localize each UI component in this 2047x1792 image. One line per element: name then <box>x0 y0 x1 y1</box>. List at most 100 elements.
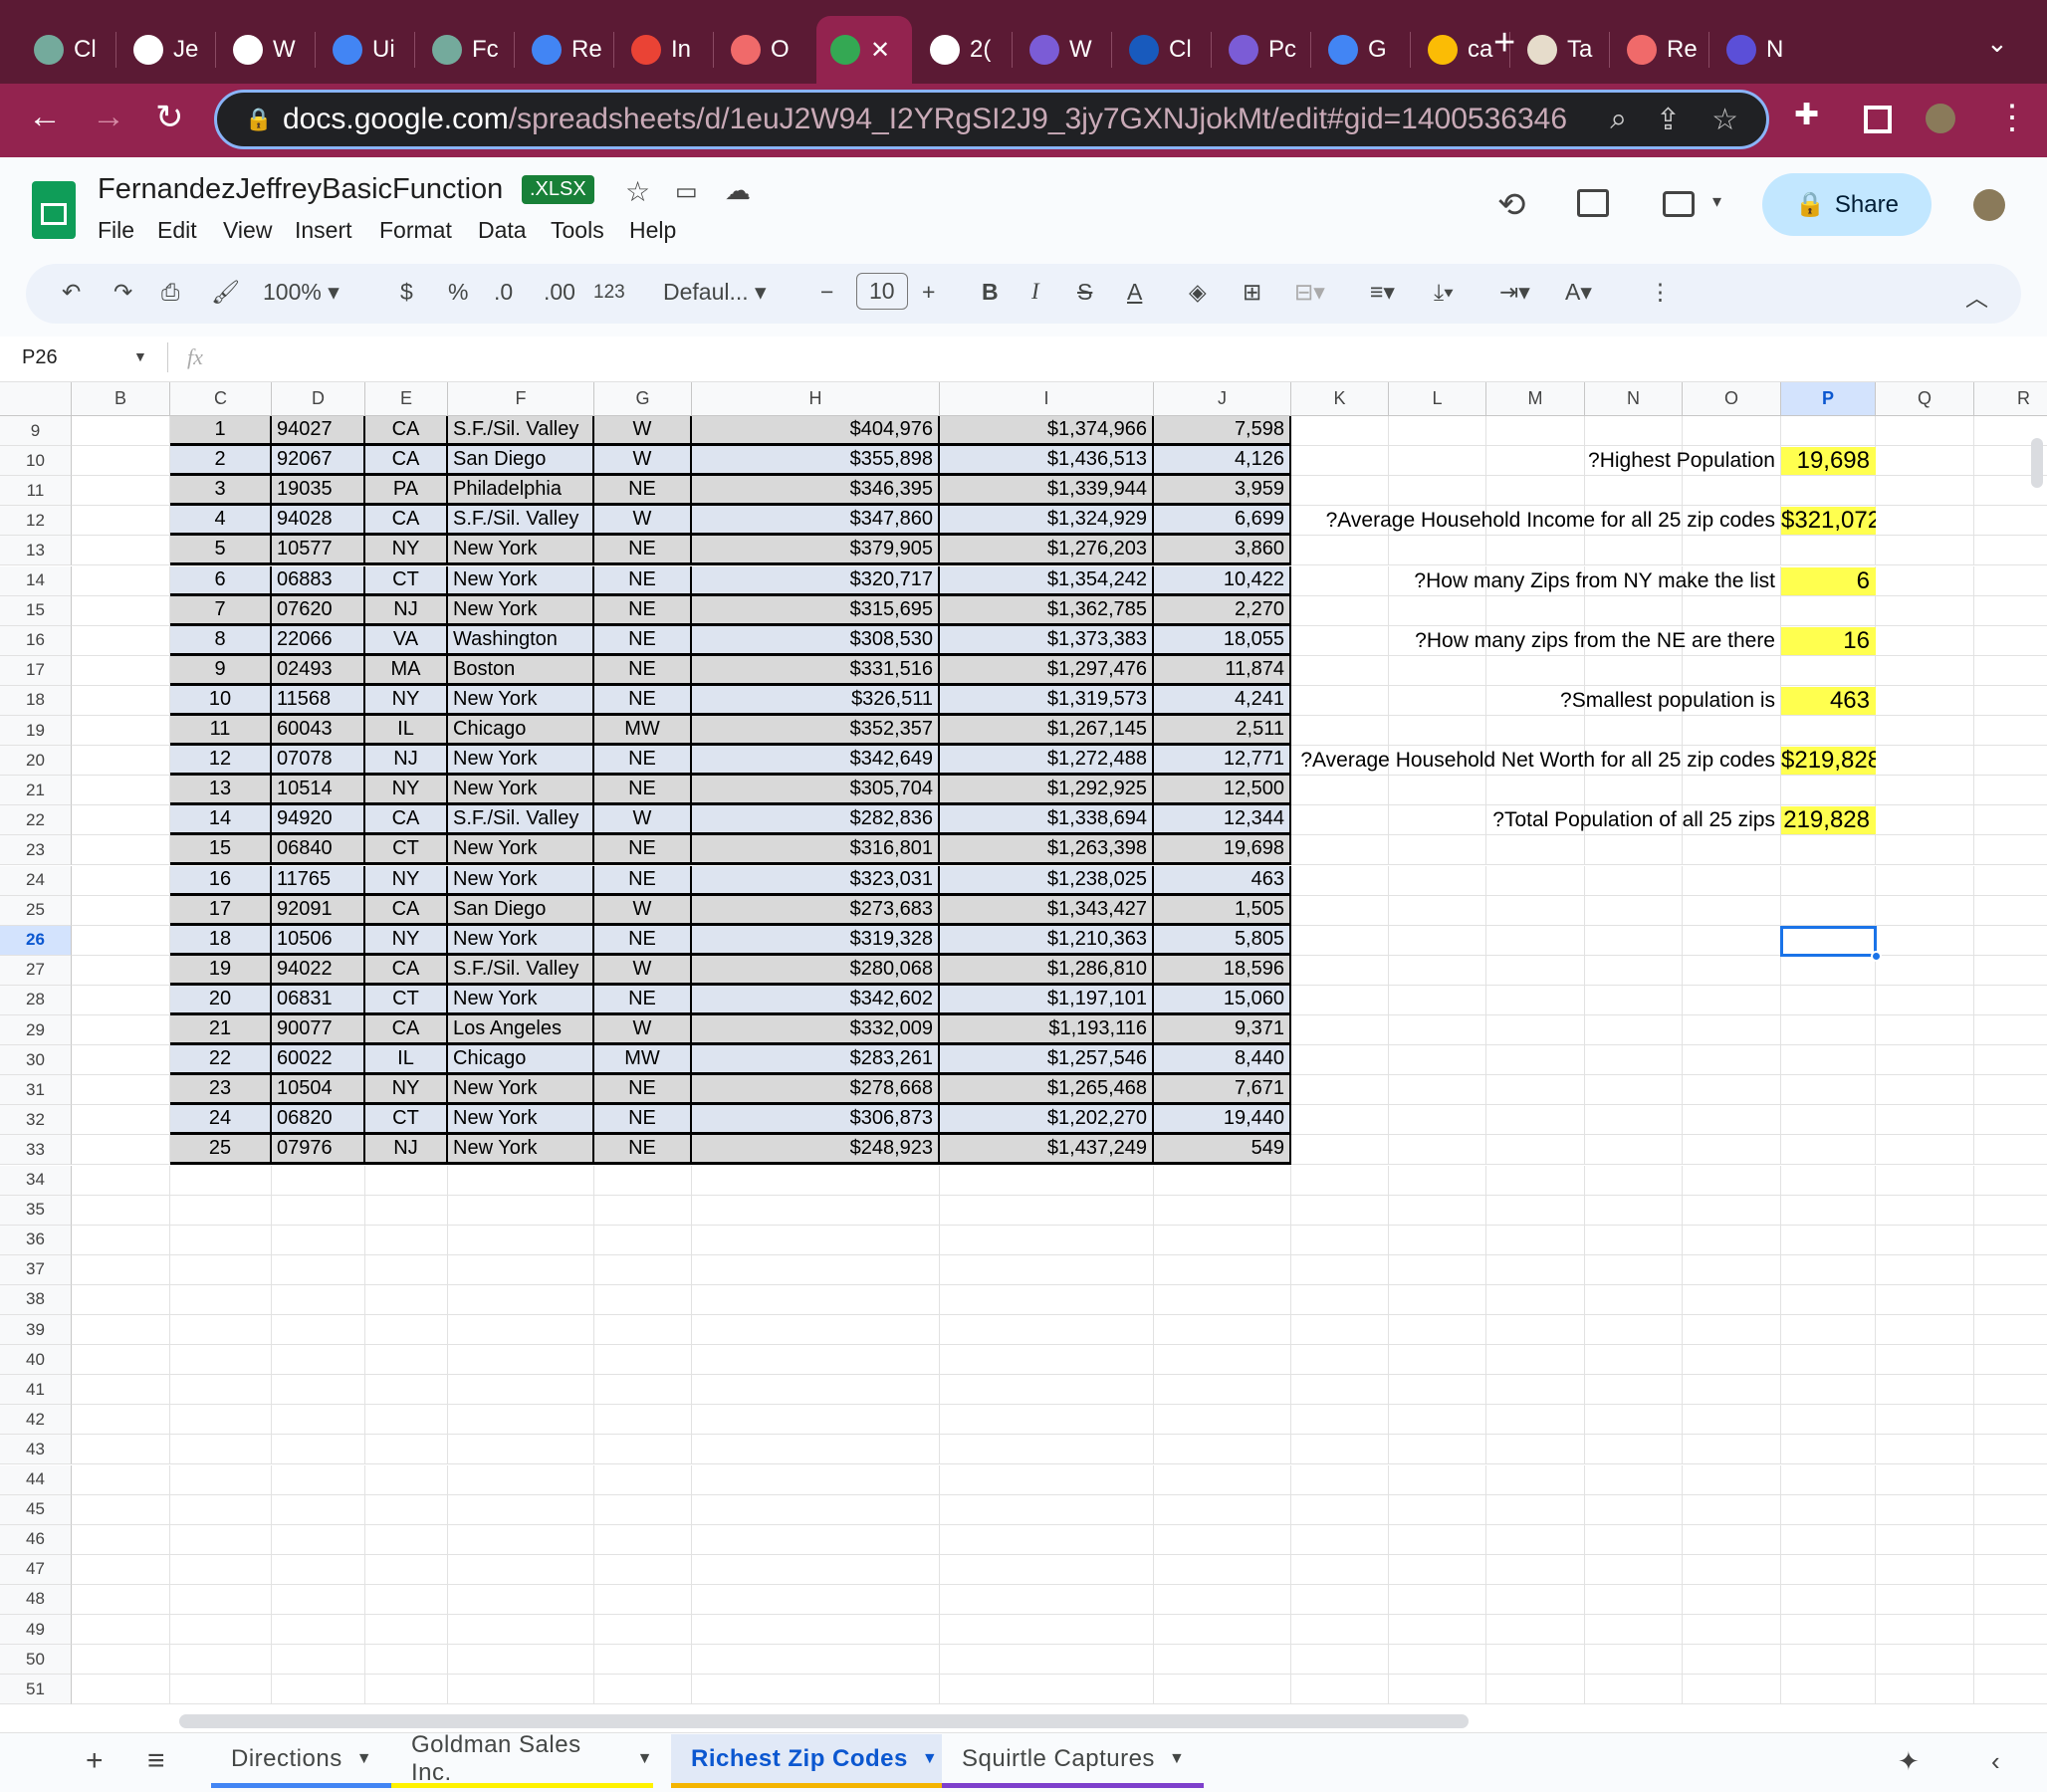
cell[interactable] <box>1781 1195 1876 1226</box>
table-cell[interactable]: NE <box>594 835 692 866</box>
cell[interactable] <box>365 1225 448 1255</box>
name-box[interactable]: P26 <box>22 346 58 369</box>
cell[interactable] <box>692 1225 940 1255</box>
cell[interactable] <box>692 1284 940 1315</box>
decrease-decimal-button[interactable]: .0 <box>494 279 513 306</box>
cell[interactable] <box>272 1315 365 1346</box>
table-cell[interactable]: NE <box>594 1075 692 1106</box>
table-cell[interactable]: 94027 <box>272 416 365 447</box>
cell[interactable] <box>1683 416 1781 447</box>
table-cell[interactable]: $306,873 <box>692 1105 940 1136</box>
cell[interactable] <box>1781 716 1876 747</box>
cell[interactable] <box>365 1675 448 1705</box>
cell[interactable] <box>1781 1105 1876 1136</box>
cell[interactable] <box>1876 1435 1974 1465</box>
cell[interactable] <box>1974 626 2047 656</box>
browser-tab[interactable]: ✕ <box>816 16 912 84</box>
cell[interactable] <box>692 1345 940 1376</box>
cell[interactable] <box>1389 1375 1486 1406</box>
cell[interactable] <box>1291 1375 1389 1406</box>
table-cell[interactable]: 12,771 <box>1154 746 1291 777</box>
table-cell[interactable]: MW <box>594 1045 692 1076</box>
table-cell[interactable]: CT <box>365 565 448 596</box>
cell[interactable] <box>1876 1584 1974 1615</box>
cell[interactable] <box>1683 1165 1781 1196</box>
cell[interactable] <box>1389 1615 1486 1646</box>
table-cell[interactable]: CT <box>365 985 448 1015</box>
cell[interactable] <box>1974 1105 2047 1136</box>
cell[interactable] <box>692 1165 940 1196</box>
reload-icon[interactable]: ↻ <box>155 98 184 137</box>
cell[interactable] <box>1974 1226 2047 1255</box>
table-cell[interactable]: CA <box>365 416 448 447</box>
cell[interactable] <box>448 1464 594 1495</box>
cell[interactable] <box>448 1584 594 1615</box>
column-header[interactable]: J <box>1154 382 1291 416</box>
cell[interactable] <box>1486 1165 1585 1196</box>
cell[interactable] <box>594 1225 692 1255</box>
cell[interactable] <box>1683 1675 1781 1705</box>
explore-icon[interactable]: ✦ <box>1898 1746 1920 1777</box>
row-header[interactable]: 39 <box>0 1315 72 1346</box>
cell[interactable] <box>1876 1405 1974 1436</box>
cell[interactable] <box>170 1225 272 1255</box>
cell[interactable] <box>1389 536 1486 566</box>
cell[interactable] <box>448 1615 594 1646</box>
cell[interactable] <box>1683 1554 1781 1585</box>
cell[interactable] <box>1291 1165 1389 1196</box>
table-cell[interactable]: $1,286,810 <box>940 955 1154 986</box>
cell[interactable] <box>1876 895 1974 926</box>
table-cell[interactable]: NE <box>594 925 692 956</box>
cell[interactable] <box>170 1405 272 1436</box>
cell[interactable] <box>1781 1225 1876 1255</box>
cell[interactable] <box>72 595 170 626</box>
table-cell[interactable]: 06831 <box>272 985 365 1015</box>
cell[interactable] <box>1683 1345 1781 1376</box>
cell[interactable] <box>72 1225 170 1255</box>
cell[interactable] <box>1876 595 1974 626</box>
cell[interactable] <box>940 1675 1154 1705</box>
move-folder-icon[interactable]: ▭ <box>675 177 698 206</box>
cell[interactable] <box>1683 1435 1781 1465</box>
cell[interactable] <box>1585 1645 1683 1676</box>
cell[interactable] <box>272 1554 365 1585</box>
table-cell[interactable]: 60043 <box>272 716 365 747</box>
browser-tab[interactable]: Re <box>1613 16 1708 84</box>
row-header[interactable]: 20 <box>0 746 72 777</box>
column-header[interactable]: N <box>1585 382 1683 416</box>
cell[interactable] <box>1291 1135 1389 1166</box>
cell[interactable] <box>1291 1195 1389 1226</box>
table-cell[interactable]: 18 <box>170 925 272 956</box>
cell[interactable] <box>72 716 170 747</box>
fill-color-icon[interactable]: ◈ <box>1189 279 1207 306</box>
table-cell[interactable]: $332,009 <box>692 1015 940 1046</box>
browser-tab[interactable]: W <box>1016 16 1111 84</box>
share-button[interactable]: 🔒 Share <box>1762 173 1932 236</box>
cell[interactable] <box>1154 1405 1291 1436</box>
cell[interactable] <box>1389 1435 1486 1465</box>
answer-cell[interactable]: $219,828 <box>1781 747 1876 776</box>
table-cell[interactable]: $1,197,101 <box>940 985 1154 1015</box>
sheet-tab-dropdown-icon[interactable]: ▼ <box>356 1750 372 1768</box>
cell[interactable] <box>448 1345 594 1376</box>
cell[interactable] <box>594 1284 692 1315</box>
vertical-align-icon[interactable]: ⤓▾ <box>1434 279 1454 306</box>
more-options-icon[interactable]: ⋮ <box>1649 279 1672 306</box>
cell[interactable] <box>365 1464 448 1495</box>
column-header[interactable]: B <box>72 382 170 416</box>
cell[interactable] <box>1876 1375 1974 1406</box>
cell[interactable] <box>72 1195 170 1226</box>
table-cell[interactable]: $316,801 <box>692 835 940 866</box>
answer-cell[interactable]: 463 <box>1781 686 1876 715</box>
row-header[interactable]: 13 <box>0 536 72 566</box>
row-header[interactable]: 50 <box>0 1645 72 1676</box>
cell[interactable] <box>170 1645 272 1676</box>
cell[interactable] <box>365 1195 448 1226</box>
table-cell[interactable]: 92091 <box>272 895 365 926</box>
cell[interactable] <box>272 1405 365 1436</box>
cell[interactable] <box>1389 1524 1486 1555</box>
table-cell[interactable]: $1,202,270 <box>940 1105 1154 1136</box>
cell[interactable] <box>1291 655 1389 686</box>
cell[interactable] <box>1683 955 1781 986</box>
cell[interactable] <box>1781 1405 1876 1436</box>
